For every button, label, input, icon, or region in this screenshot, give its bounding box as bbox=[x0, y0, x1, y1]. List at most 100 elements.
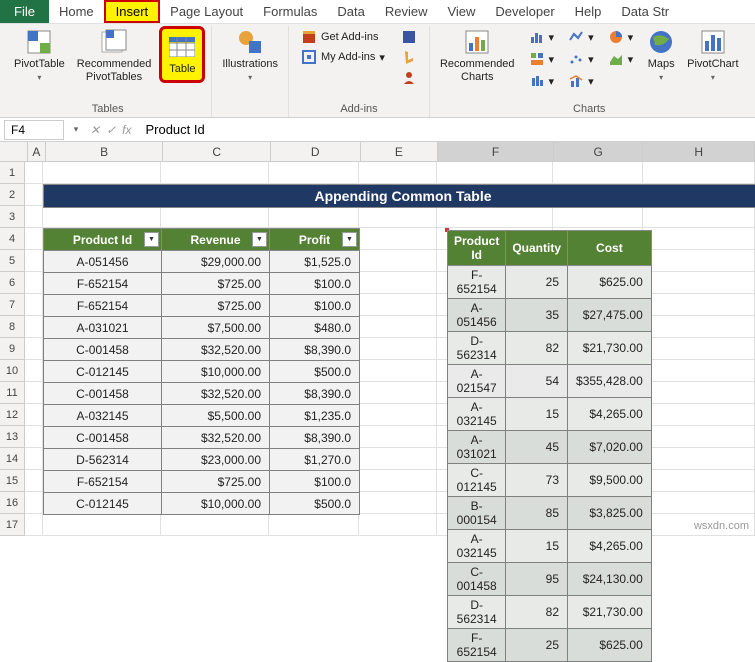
column-chart-button[interactable]: ▾ bbox=[525, 28, 559, 46]
cell[interactable]: C-001458 bbox=[44, 339, 162, 361]
formula-input[interactable] bbox=[137, 120, 755, 139]
table-header[interactable]: Product Id bbox=[448, 231, 506, 266]
table-header[interactable]: Profit▼ bbox=[270, 229, 360, 251]
tab-view[interactable]: View bbox=[437, 0, 485, 23]
col-header-b[interactable]: B bbox=[46, 142, 164, 161]
row-header[interactable]: 8 bbox=[0, 316, 24, 338]
cell[interactable]: C-012145 bbox=[448, 464, 506, 497]
col-header-a[interactable]: A bbox=[28, 142, 46, 161]
cell[interactable]: $5,500.00 bbox=[162, 405, 270, 427]
recommended-pivottables-button[interactable]: Recommended PivotTables bbox=[73, 26, 156, 86]
tab-formulas[interactable]: Formulas bbox=[253, 0, 327, 23]
cell[interactable]: F-652154 bbox=[448, 266, 506, 299]
cell[interactable]: $1,525.0 bbox=[270, 251, 360, 273]
illustrations-button[interactable]: Illustrations ▾ bbox=[218, 26, 282, 84]
tab-insert[interactable]: Insert bbox=[104, 0, 161, 23]
enter-icon[interactable]: ✓ bbox=[106, 123, 116, 137]
cell[interactable]: $8,390.0 bbox=[270, 427, 360, 449]
name-box[interactable] bbox=[4, 120, 64, 140]
cell[interactable]: $625.00 bbox=[568, 266, 652, 299]
cell[interactable]: $1,235.0 bbox=[270, 405, 360, 427]
cell[interactable]: 25 bbox=[506, 629, 568, 662]
table-header[interactable]: Product Id▼ bbox=[44, 229, 162, 251]
col-header-g[interactable]: G bbox=[554, 142, 644, 161]
tab-help[interactable]: Help bbox=[565, 0, 612, 23]
cell[interactable]: $29,000.00 bbox=[162, 251, 270, 273]
filter-icon[interactable]: ▼ bbox=[342, 232, 357, 247]
cell[interactable]: C-001458 bbox=[44, 383, 162, 405]
cell[interactable]: $100.0 bbox=[270, 471, 360, 493]
tab-review[interactable]: Review bbox=[375, 0, 438, 23]
col-header-e[interactable]: E bbox=[361, 142, 439, 161]
maps-button[interactable]: Maps ▾ bbox=[643, 26, 679, 84]
row-header[interactable]: 15 bbox=[0, 470, 24, 492]
cell[interactable]: $8,390.0 bbox=[270, 383, 360, 405]
col-header-c[interactable]: C bbox=[163, 142, 271, 161]
row-header[interactable]: 9 bbox=[0, 338, 24, 360]
my-addins-button[interactable]: My Add-ins ▾ bbox=[297, 48, 389, 66]
cell[interactable]: 95 bbox=[506, 563, 568, 596]
cell[interactable]: C-012145 bbox=[44, 361, 162, 383]
cell[interactable]: $500.0 bbox=[270, 361, 360, 383]
cell[interactable]: 15 bbox=[506, 398, 568, 431]
row-header[interactable]: 4 bbox=[0, 228, 24, 250]
get-addins-button[interactable]: Get Add-ins bbox=[297, 28, 389, 46]
cells-area[interactable]: Appending Common Table Product Id▼ Reven… bbox=[25, 162, 755, 536]
row-header[interactable]: 14 bbox=[0, 448, 24, 470]
cell[interactable]: $7,500.00 bbox=[162, 317, 270, 339]
cell[interactable]: $725.00 bbox=[162, 273, 270, 295]
table-button[interactable]: Table bbox=[159, 26, 205, 83]
filter-icon[interactable]: ▼ bbox=[144, 232, 159, 247]
cell[interactable]: 54 bbox=[506, 365, 568, 398]
row-header[interactable]: 10 bbox=[0, 360, 24, 382]
cell[interactable]: 73 bbox=[506, 464, 568, 497]
cell[interactable]: $8,390.0 bbox=[270, 339, 360, 361]
statistic-chart-button[interactable]: ▾ bbox=[525, 72, 559, 90]
cell[interactable]: $10,000.00 bbox=[162, 361, 270, 383]
cell[interactable]: $32,520.00 bbox=[162, 427, 270, 449]
cell[interactable]: $21,730.00 bbox=[568, 596, 652, 629]
tab-page-layout[interactable]: Page Layout bbox=[160, 0, 253, 23]
tab-data-streamer[interactable]: Data Str bbox=[611, 0, 679, 23]
cell[interactable]: $23,000.00 bbox=[162, 449, 270, 471]
scatter-chart-button[interactable]: ▾ bbox=[564, 50, 598, 68]
row-header[interactable]: 1 bbox=[0, 162, 24, 184]
hierarchy-chart-button[interactable]: ▾ bbox=[525, 50, 559, 68]
cell[interactable]: $4,265.00 bbox=[568, 398, 652, 431]
row-header[interactable]: 3 bbox=[0, 206, 24, 228]
cell[interactable]: 15 bbox=[506, 530, 568, 563]
cell[interactable]: $725.00 bbox=[162, 295, 270, 317]
cell[interactable]: F-652154 bbox=[44, 471, 162, 493]
row-header[interactable]: 17 bbox=[0, 514, 24, 536]
tab-home[interactable]: Home bbox=[49, 0, 104, 23]
cell[interactable]: F-652154 bbox=[448, 629, 506, 662]
cell[interactable]: $10,000.00 bbox=[162, 493, 270, 515]
cell[interactable]: $100.0 bbox=[270, 273, 360, 295]
cell[interactable]: $32,520.00 bbox=[162, 383, 270, 405]
cell[interactable]: A-031021 bbox=[44, 317, 162, 339]
cell[interactable]: A-032145 bbox=[44, 405, 162, 427]
cell[interactable]: $21,730.00 bbox=[568, 332, 652, 365]
cell[interactable]: D-562314 bbox=[448, 332, 506, 365]
cell[interactable]: F-652154 bbox=[44, 295, 162, 317]
cell[interactable]: $355,428.00 bbox=[568, 365, 652, 398]
cell[interactable]: $3,825.00 bbox=[568, 497, 652, 530]
cell[interactable]: A-051456 bbox=[44, 251, 162, 273]
people-addin-button[interactable] bbox=[397, 68, 421, 86]
table-header[interactable]: Revenue▼ bbox=[162, 229, 270, 251]
row-header[interactable]: 16 bbox=[0, 492, 24, 514]
cell[interactable]: A-032145 bbox=[448, 530, 506, 563]
cell[interactable]: F-652154 bbox=[44, 273, 162, 295]
cell[interactable]: 82 bbox=[506, 332, 568, 365]
filter-icon[interactable]: ▼ bbox=[252, 232, 267, 247]
pie-chart-button[interactable]: ▾ bbox=[604, 28, 638, 46]
cell[interactable]: $27,475.00 bbox=[568, 299, 652, 332]
cell[interactable]: 82 bbox=[506, 596, 568, 629]
cell[interactable]: 45 bbox=[506, 431, 568, 464]
cell[interactable]: $500.0 bbox=[270, 493, 360, 515]
fx-icon[interactable]: fx bbox=[122, 123, 131, 137]
cell[interactable]: $1,270.0 bbox=[270, 449, 360, 471]
cell[interactable]: B-000154 bbox=[448, 497, 506, 530]
pivottable-button[interactable]: PivotTable ▾ bbox=[10, 26, 69, 84]
cell[interactable]: 85 bbox=[506, 497, 568, 530]
